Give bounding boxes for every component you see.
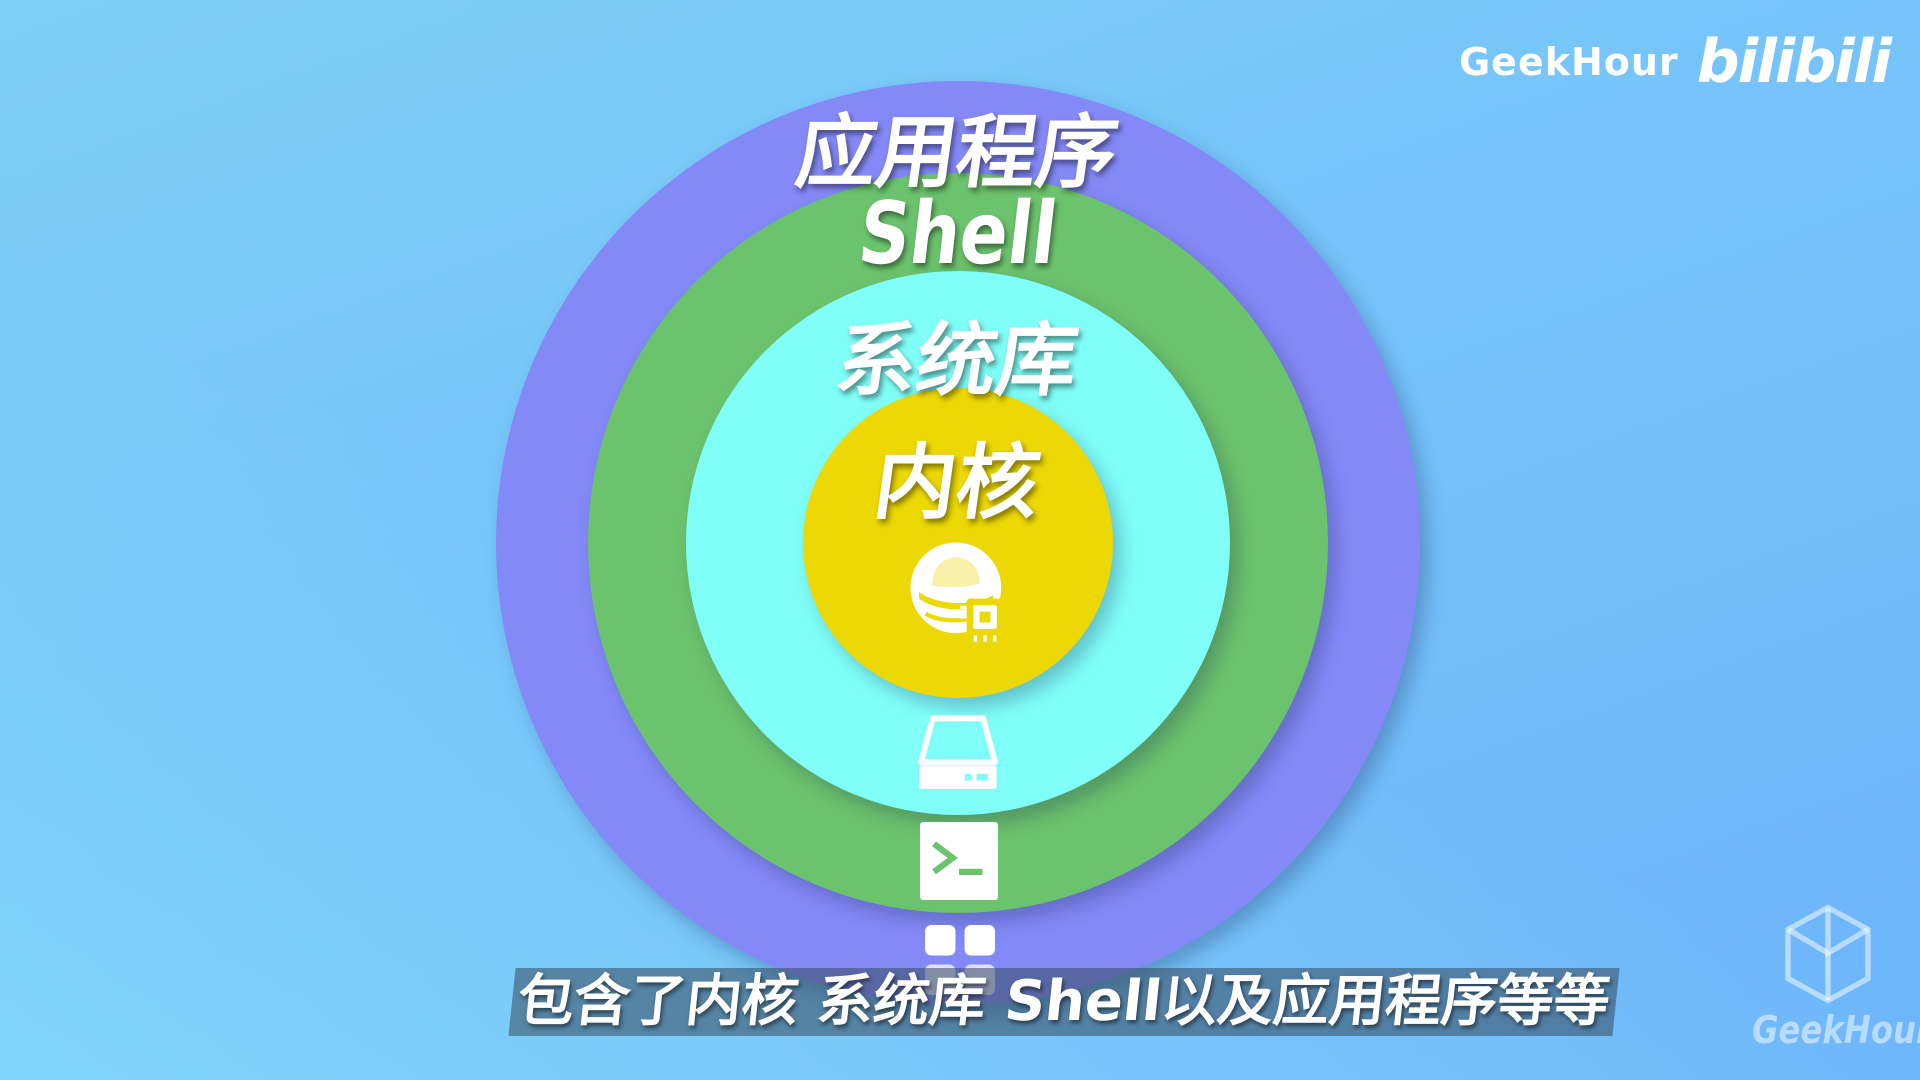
geekhour-cube-icon bbox=[1785, 904, 1871, 1004]
layer-label-kernel: 内核 bbox=[868, 436, 1046, 531]
subtitle-caption: 包含了内核 系统库 Shell以及应用程序等等 bbox=[508, 968, 1620, 1036]
redhat-chip-icon bbox=[910, 542, 1004, 642]
layer-label-shell: Shell bbox=[853, 184, 1063, 284]
layer-label-system-library: 系统库 bbox=[830, 314, 1084, 407]
brand-name: GeekHour bbox=[1458, 40, 1679, 84]
hard-drive-icon bbox=[918, 715, 998, 789]
bilibili-logo: bilibili bbox=[1696, 27, 1892, 97]
terminal-icon bbox=[920, 822, 998, 900]
watermark-text: GeekHour bbox=[1752, 1008, 1920, 1052]
brand-header: GeekHour bilibili bbox=[1458, 27, 1892, 97]
